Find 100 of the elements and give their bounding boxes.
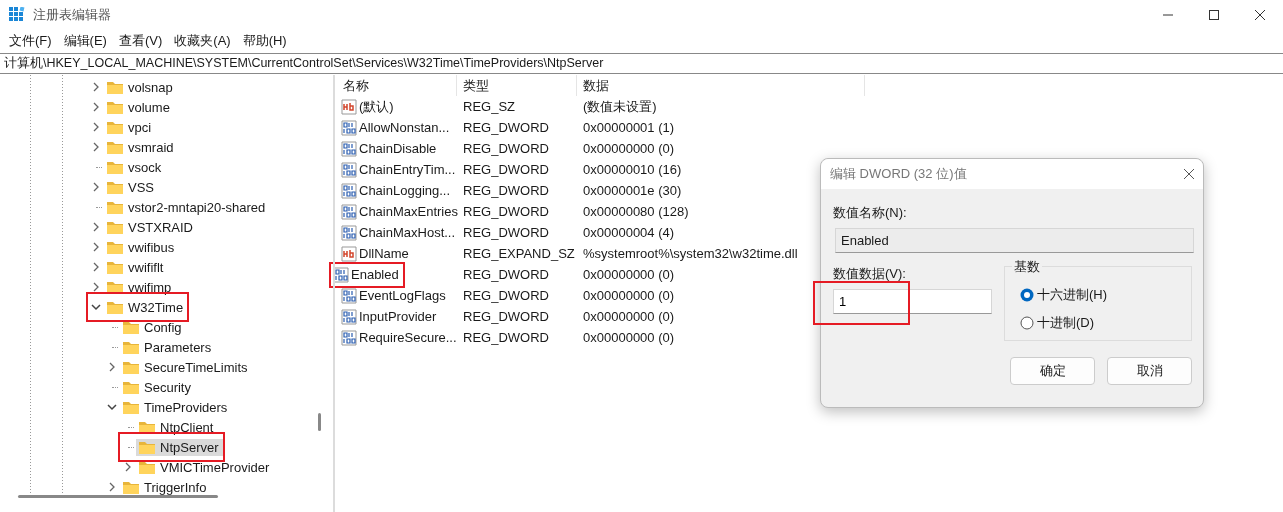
chevron-right-icon[interactable] (92, 182, 100, 192)
value-type: REG_DWORD (462, 267, 550, 282)
chevron-right-icon[interactable] (108, 362, 116, 372)
value-type: REG_DWORD (462, 183, 550, 198)
chevron-right-icon[interactable] (92, 222, 100, 232)
name-field[interactable]: Enabled (835, 228, 1194, 253)
chevron-right-icon[interactable] (92, 262, 100, 272)
value-type: REG_DWORD (462, 288, 550, 303)
value-field[interactable]: 1 (833, 289, 992, 314)
tree-item[interactable]: VMICTimeProvider (136, 458, 274, 476)
tree-item[interactable]: vwififlt (104, 258, 168, 276)
maximize-icon[interactable] (1208, 9, 1220, 21)
binary-value-icon (341, 161, 357, 178)
tree-item[interactable]: vsmraid (104, 138, 178, 156)
tree-item[interactable]: VSS (104, 178, 158, 196)
tree-item[interactable]: NtpServer (136, 438, 223, 456)
menu-item[interactable]: 帮助(H) (237, 31, 292, 50)
chevron-right-icon[interactable] (92, 282, 100, 292)
menu-item[interactable]: 收藏夹(A) (169, 31, 236, 50)
radio-button[interactable] (1020, 316, 1034, 330)
binary-value-icon (341, 287, 357, 304)
tree-item[interactable]: TimeProviders (120, 398, 232, 416)
chevron-right-icon[interactable] (92, 142, 100, 152)
chevron-right-icon[interactable] (92, 102, 100, 112)
value-name[interactable]: ChainLogging... (359, 183, 451, 198)
value-name[interactable]: EventLogFlags (359, 288, 446, 303)
value-type: REG_DWORD (462, 330, 550, 345)
value-data: 0x00000004 (4) (582, 225, 675, 240)
column-header[interactable]: 类型 (457, 75, 577, 96)
address-field[interactable]: 计算机\HKEY_LOCAL_MACHINE\SYSTEM\CurrentControlSet\Services\W32Time\TimeProviders\NtpServer (0, 53, 1283, 74)
binary-value-icon (333, 266, 349, 283)
menu-item[interactable]: 文件(F) (4, 31, 57, 50)
tree-item[interactable]: Security (120, 378, 195, 396)
tree-item[interactable]: Config (120, 318, 186, 336)
binary-value-icon (341, 329, 357, 346)
binary-value-icon (341, 224, 357, 241)
tree-item[interactable]: SecureTimeLimits (120, 358, 252, 376)
folder-icon (122, 479, 140, 495)
folder-icon (106, 119, 124, 135)
radio-button[interactable] (1020, 288, 1034, 302)
chevron-right-icon[interactable] (92, 242, 100, 252)
chevron-down-icon[interactable] (91, 303, 101, 311)
chevron-right-icon[interactable] (108, 482, 116, 492)
value-name[interactable]: DllName (359, 246, 409, 261)
radio-label: 十进制(D) (1037, 314, 1095, 332)
value-name[interactable]: (默认) (359, 97, 394, 116)
ok-button[interactable]: 确定 (1010, 357, 1095, 385)
value-name[interactable]: ChainMaxHost... (359, 225, 456, 240)
cancel-button[interactable]: 取消 (1107, 357, 1192, 385)
chevron-right-icon[interactable] (92, 122, 100, 132)
value-name[interactable]: InputProvider (359, 309, 437, 324)
value-type: REG_DWORD (462, 309, 550, 324)
tree-item[interactable]: TriggerInfo (120, 478, 211, 496)
value-name[interactable]: AllowNonstan... (359, 120, 450, 135)
folder-icon (106, 179, 124, 195)
value-data: 0x0000001e (30) (582, 183, 682, 198)
tree-item[interactable]: VSTXRAID (104, 218, 197, 236)
group-label: 基数 (1012, 258, 1042, 276)
folder-icon (122, 359, 140, 375)
folder-icon (106, 199, 124, 215)
tree-item[interactable]: vwifibus (104, 238, 179, 256)
tree-item[interactable]: vpci (104, 118, 156, 136)
tree-item[interactable]: vwifimp (104, 278, 176, 296)
value-name[interactable]: Enabled (351, 267, 399, 282)
string-value-icon (341, 245, 357, 262)
column-header[interactable]: 数据 (577, 75, 865, 96)
value-data: 0x00000000 (0) (582, 267, 675, 282)
value-name[interactable]: RequireSecure... (359, 330, 457, 345)
column-header[interactable]: 名称 (337, 75, 457, 96)
folder-icon (106, 219, 124, 235)
folder-icon (122, 339, 140, 355)
tree-item[interactable]: vstor2-mntapi20-shared (104, 198, 270, 216)
tree-item[interactable]: volsnap (104, 78, 177, 96)
value-name[interactable]: ChainMaxEntries (359, 204, 458, 219)
close-icon[interactable] (1254, 9, 1266, 21)
close-icon[interactable] (1183, 168, 1195, 180)
menu-item[interactable]: 编辑(E) (58, 31, 112, 50)
window-title: 注册表编辑器 (33, 6, 111, 24)
tree-item[interactable]: NtpClient (136, 418, 218, 436)
binary-value-icon (341, 308, 357, 325)
chevron-right-icon[interactable] (124, 462, 132, 472)
value-type: REG_DWORD (462, 141, 550, 156)
value-data: %systemroot%\system32\w32time.dll (582, 246, 798, 261)
tree-item[interactable]: vsock (104, 158, 166, 176)
chevron-down-icon[interactable] (107, 403, 117, 411)
binary-value-icon (341, 203, 357, 220)
value-name[interactable]: ChainDisable (359, 141, 437, 156)
chevron-right-icon[interactable] (92, 82, 100, 92)
tree-item[interactable]: volume (104, 98, 174, 116)
scrollbar-thumb[interactable] (318, 413, 321, 431)
binary-value-icon (341, 182, 357, 199)
menu-item[interactable]: 查看(V) (113, 31, 168, 50)
value-type: REG_DWORD (462, 225, 550, 240)
scrollbar-thumb[interactable] (18, 495, 218, 498)
binary-value-icon (341, 119, 357, 136)
string-value-icon (341, 98, 357, 115)
tree-item[interactable]: Parameters (120, 338, 216, 356)
folder-icon (138, 419, 156, 435)
tree-item[interactable]: W32Time (104, 298, 188, 316)
value-name[interactable]: ChainEntryTim... (359, 162, 456, 177)
